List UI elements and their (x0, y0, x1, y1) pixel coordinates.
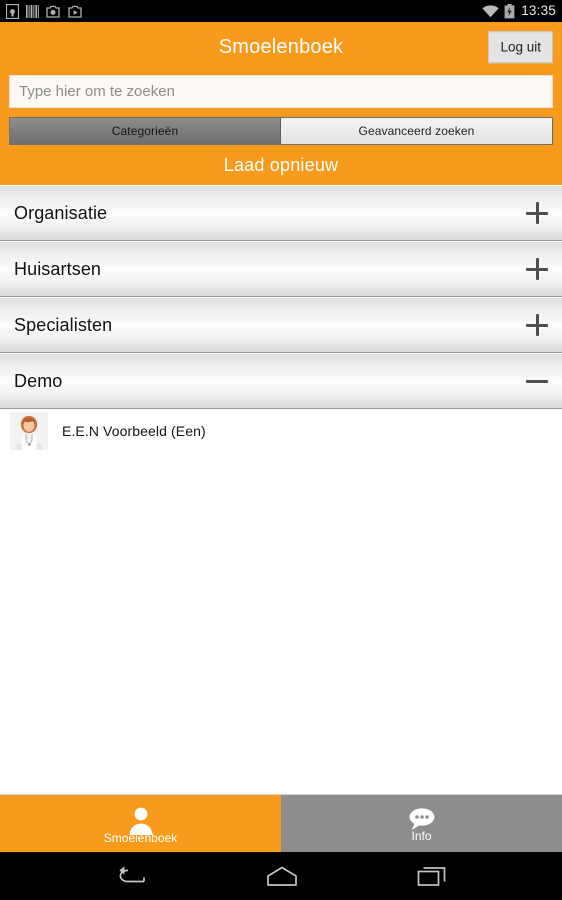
title-bar: Smoelenboek Log uit (0, 22, 562, 72)
search-input[interactable] (9, 75, 553, 108)
category-label: Demo (14, 370, 63, 391)
status-system-icons: 13:35 (482, 3, 556, 19)
category-label: Specialisten (14, 314, 113, 335)
expand-plus-icon[interactable] (526, 314, 548, 336)
recents-button[interactable] (417, 865, 447, 887)
category-row-huisartsen[interactable]: Huisartsen (0, 241, 562, 297)
list-item[interactable]: E.E.N Voorbeeld (Een) (0, 409, 562, 453)
back-button[interactable] (115, 865, 147, 887)
android-nav-bar (0, 852, 562, 900)
tab-categorieen[interactable]: Categorieën (10, 118, 281, 144)
home-button[interactable] (265, 865, 299, 887)
barcode-icon (26, 4, 39, 18)
battery-charging-icon (504, 3, 515, 18)
category-row-specialisten[interactable]: Specialisten (0, 297, 562, 353)
bottom-tab-label: Smoelenboek (103, 831, 178, 845)
page-title: Smoelenboek (218, 35, 344, 58)
reload-link[interactable]: Laad opnieuw (224, 155, 339, 176)
wifi-icon (482, 4, 499, 17)
category-row-organisatie[interactable]: Organisatie (0, 185, 562, 241)
person-name: E.E.N Voorbeeld (Een) (62, 423, 206, 439)
bottom-tab-info[interactable]: Info (281, 795, 562, 852)
app-root: 13:35 Smoelenboek Log uit Categorieën Ge… (0, 0, 562, 900)
bottom-tab-smoelenboek[interactable]: Smoelenboek (0, 795, 281, 852)
logout-button[interactable]: Log uit (488, 31, 553, 63)
bottom-tab-label: Info (411, 829, 432, 843)
search-bar (0, 72, 562, 117)
category-list: Organisatie Huisartsen Specialisten Demo (0, 185, 562, 794)
android-status-bar: 13:35 (0, 0, 562, 22)
tab-geavanceerd-zoeken[interactable]: Geavanceerd zoeken (281, 118, 552, 144)
segmented-tabs: Categorieën Geavanceerd zoeken (9, 117, 553, 145)
reload-row: Laad opnieuw (0, 145, 562, 185)
screenshot-icon (46, 5, 60, 18)
status-notification-icons (6, 3, 83, 19)
status-clock: 13:35 (521, 3, 556, 19)
avatar (10, 412, 48, 450)
expand-plus-icon[interactable] (526, 258, 548, 280)
category-label: Huisartsen (14, 258, 102, 279)
header-region: Smoelenboek Log uit Categorieën Geavance… (0, 22, 562, 185)
doctor-photo-icon (10, 412, 48, 450)
expand-plus-icon[interactable] (526, 202, 548, 224)
sdcard-icon (6, 3, 19, 19)
bottom-tab-bar: Smoelenboek Info (0, 794, 562, 852)
category-label: Organisatie (14, 202, 108, 223)
screenshot-icon-2 (68, 5, 82, 18)
category-row-demo[interactable]: Demo (0, 353, 562, 409)
collapse-minus-icon[interactable] (526, 370, 548, 392)
